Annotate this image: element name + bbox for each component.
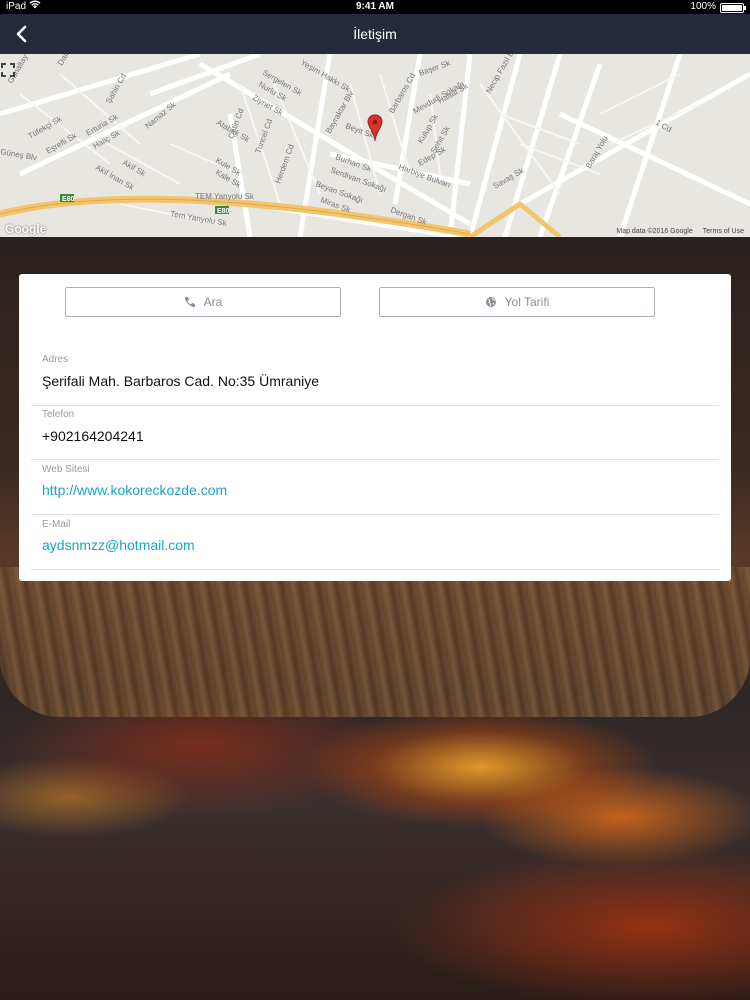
globe-icon: [485, 297, 496, 307]
map-data-text: Map data ©2016 Google: [616, 228, 693, 235]
svg-text:TEM Yanyolu Sk: TEM Yanyolu Sk: [195, 192, 255, 201]
google-logo: Google: [5, 222, 47, 236]
phone-icon: [184, 297, 195, 308]
phone-label: Telefon: [42, 409, 75, 420]
status-bar: iPad 9:41 AM 100%: [0, 0, 750, 14]
website-row[interactable]: Web Sitesi http://www.kokoreckozde.com: [31, 460, 719, 515]
battery-percent: 100%: [690, 1, 716, 12]
background-roast-texture: [0, 567, 750, 717]
map-pin-icon[interactable]: [367, 114, 383, 142]
address-label: Adres: [42, 354, 69, 365]
website-link[interactable]: http://www.kokoreckozde.com: [42, 482, 227, 498]
website-label: Web Sitesi: [42, 464, 90, 475]
svg-text:E80: E80: [217, 208, 230, 215]
directions-button-label: Yol Tarifi: [504, 295, 550, 309]
email-row[interactable]: E-Mail aydsnmzz@hotmail.com: [31, 515, 719, 570]
phone-value[interactable]: +902164204241: [42, 428, 144, 444]
fullscreen-icon[interactable]: [0, 62, 16, 78]
address-row: Adres Şerifali Mah. Barbaros Cad. No:35 …: [31, 344, 719, 406]
page-title: İletişim: [353, 26, 397, 42]
phone-row[interactable]: Telefon +902164204241: [31, 406, 719, 460]
email-link[interactable]: aydsnmzz@hotmail.com: [42, 537, 195, 553]
map-attribution: Map data ©2016 Google Terms of Use: [616, 228, 744, 235]
map-streets-layer: Gunaltay Sk Şahin Cd Bayraktar Blv Barba…: [0, 54, 750, 237]
nav-bar: İletişim: [0, 14, 750, 54]
contact-card: Ara Yol Tarifi Adres Şerifali Mah. Barba…: [19, 274, 731, 581]
call-button[interactable]: Ara: [65, 287, 341, 317]
address-value: Şerifali Mah. Barbaros Cad. No:35 Ümrani…: [42, 373, 320, 389]
highway-label: E80: [62, 196, 75, 203]
terms-of-use-link[interactable]: Terms of Use: [703, 228, 744, 235]
call-button-label: Ara: [203, 295, 223, 309]
email-label: E-Mail: [42, 519, 71, 530]
map-view[interactable]: Gunaltay Sk Şahin Cd Bayraktar Blv Barba…: [0, 54, 750, 237]
battery-icon: [720, 3, 746, 13]
status-time: 9:41 AM: [356, 1, 394, 12]
directions-button[interactable]: Yol Tarifi: [379, 287, 655, 317]
